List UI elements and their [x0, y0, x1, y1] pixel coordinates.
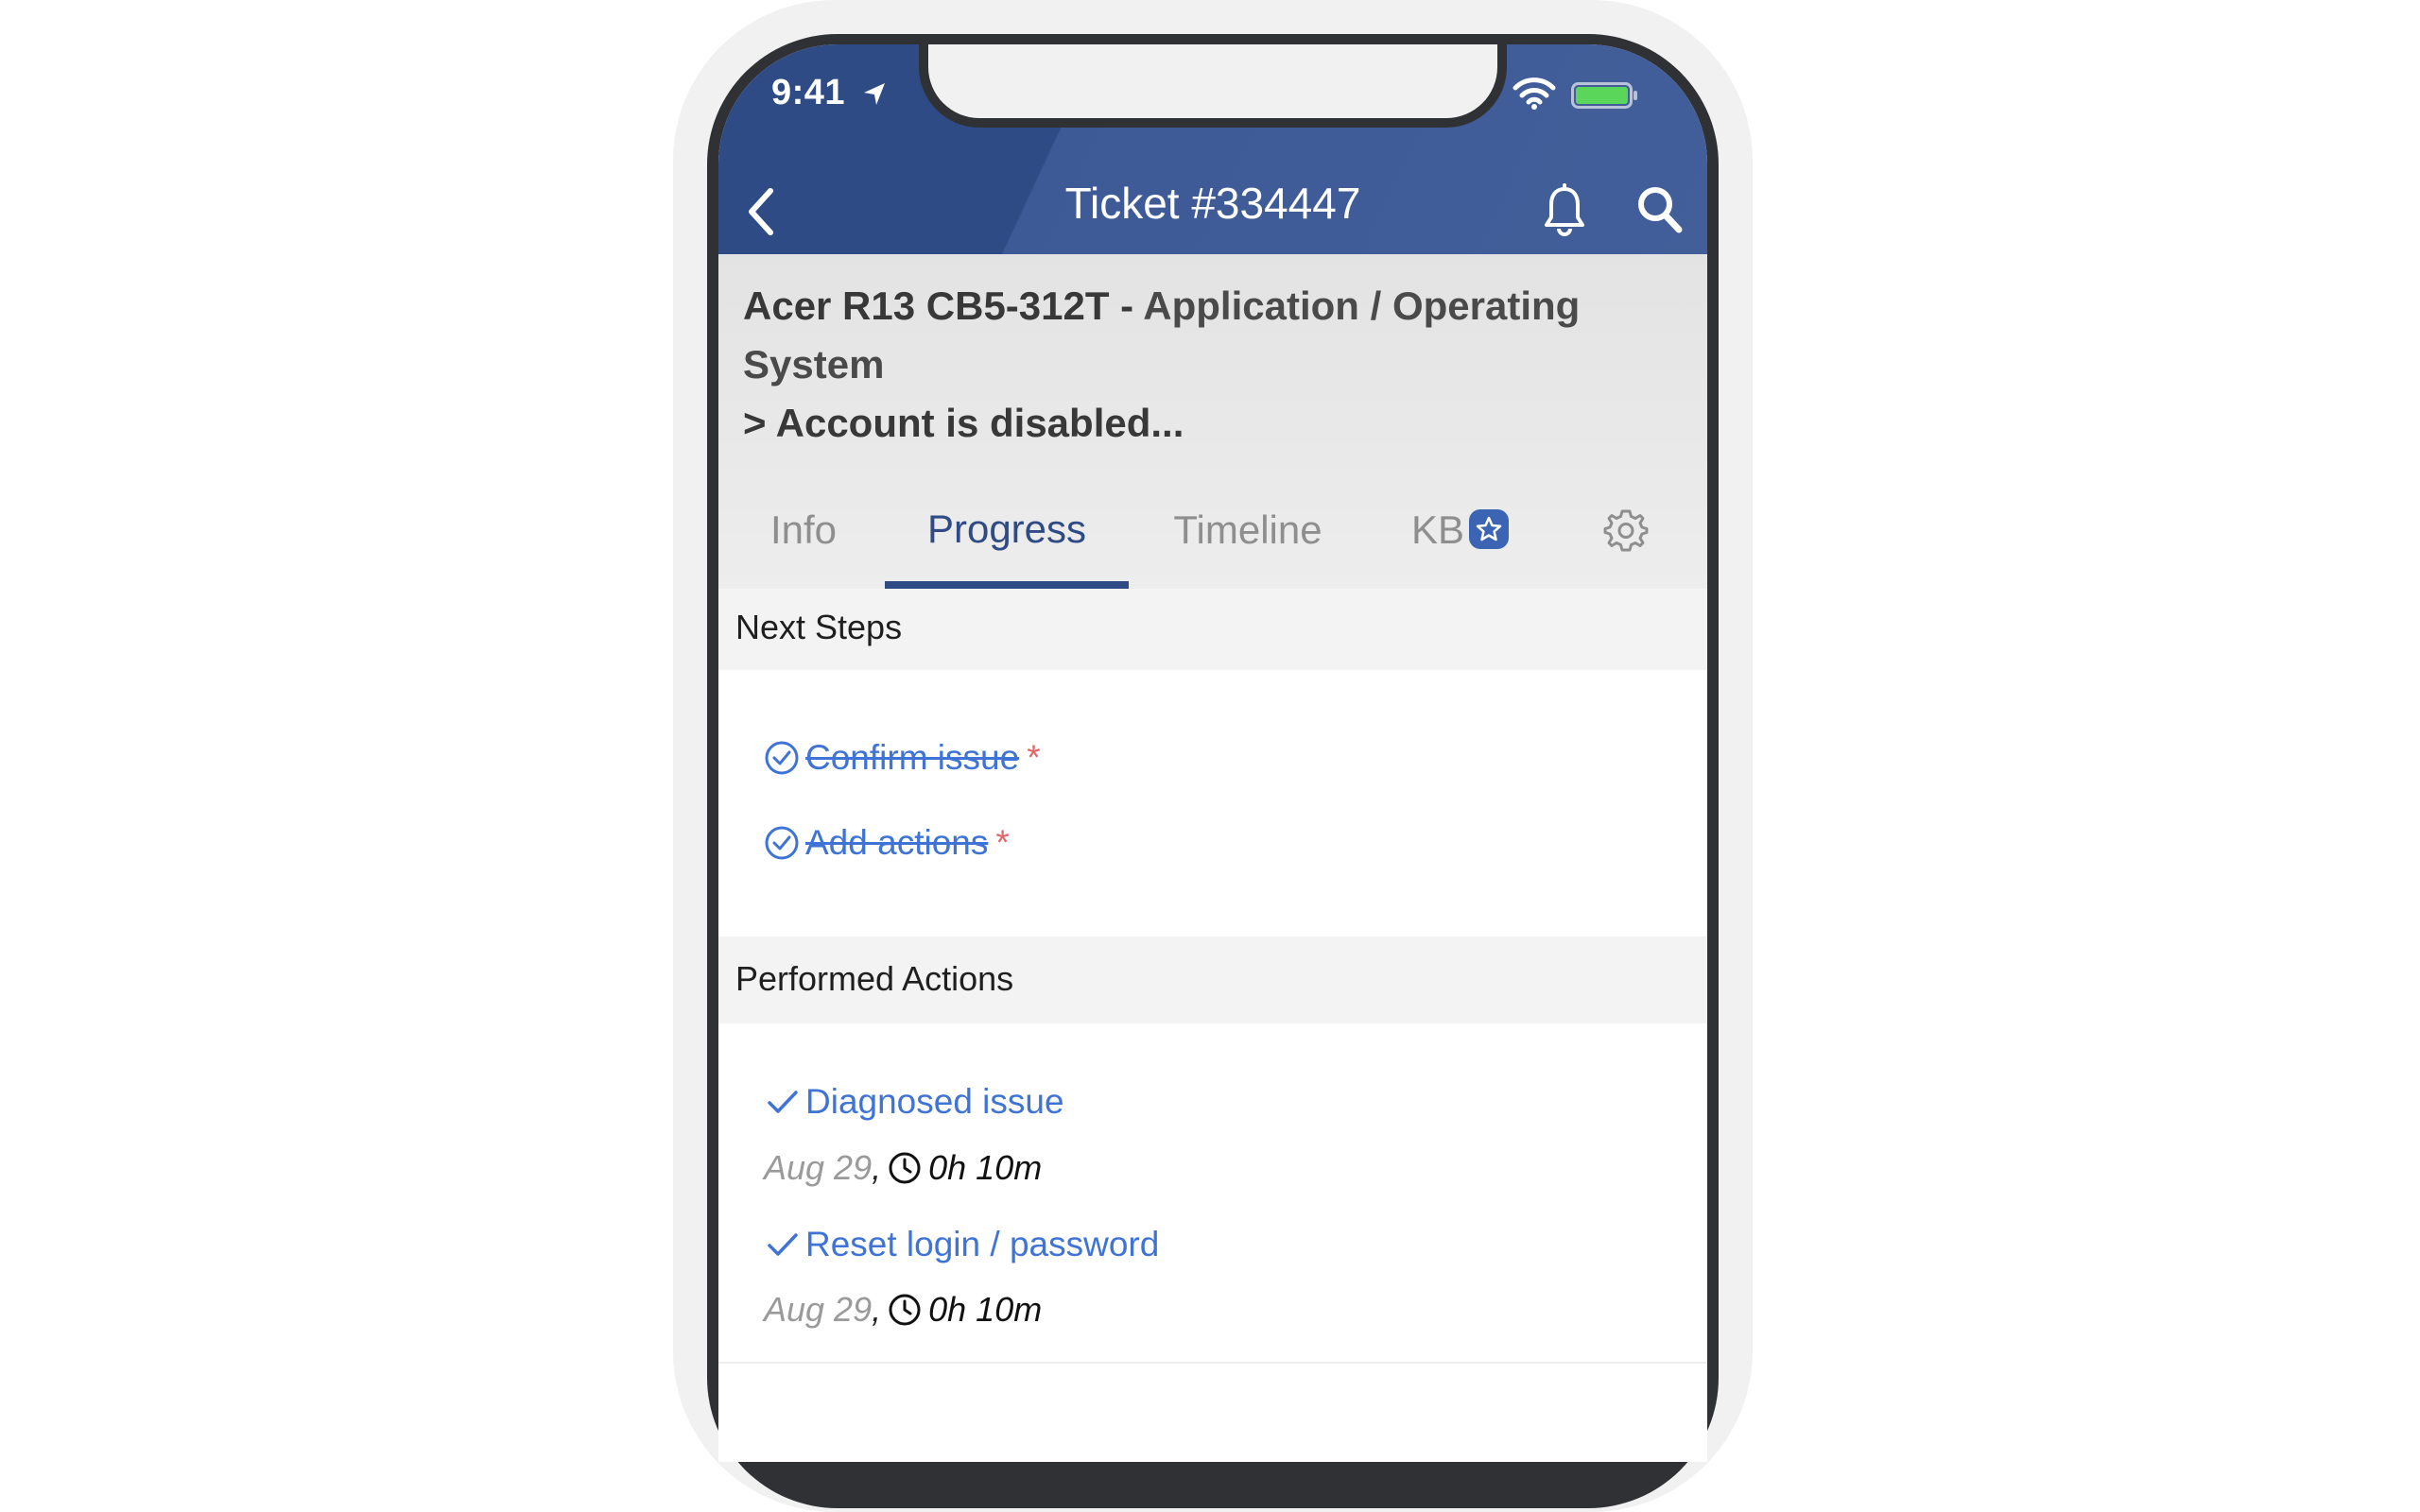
ticket-subject: Acer R13 CB5-312T - Application / Operat… [743, 277, 1688, 453]
action-duration: 0h 10m [928, 1148, 1043, 1187]
meta-separator: , [872, 1290, 882, 1329]
kb-star-badge [1469, 509, 1509, 549]
ticket-summary: Acer R13 CB5-312T - Application / Operat… [718, 254, 1707, 589]
app-header: 9:41 Ticket #334447 [718, 44, 1707, 254]
action-meta: Aug 29, 0h 10m [764, 1148, 1042, 1188]
action-date: Aug 29 [764, 1148, 873, 1187]
action-label: Diagnosed issue [805, 1082, 1064, 1121]
chevron-left-icon [749, 188, 773, 235]
phone-notch [928, 44, 1497, 118]
action-label: Reset login / password [805, 1225, 1160, 1263]
search-button[interactable] [1632, 177, 1688, 243]
required-marker: * [995, 823, 1010, 862]
performed-action-item[interactable]: Diagnosed issue [764, 1082, 1064, 1122]
action-duration: 0h 10m [928, 1290, 1043, 1329]
next-step-item[interactable]: Confirm issue * [764, 734, 1041, 782]
location-arrow-icon [864, 83, 885, 105]
next-steps-title: Next Steps [735, 608, 903, 646]
divider [718, 1362, 1707, 1364]
tab-progress[interactable]: Progress [885, 477, 1129, 589]
required-marker: * [1027, 738, 1041, 777]
battery-icon [1571, 82, 1637, 109]
bell-icon [1545, 183, 1584, 236]
checkmark-icon [768, 1233, 798, 1256]
clock-icon [889, 1294, 921, 1326]
next-steps-header: Next Steps [718, 589, 1707, 670]
action-date: Aug 29 [764, 1290, 873, 1329]
wifi-icon [1512, 77, 1556, 110]
search-icon [1638, 187, 1683, 233]
meta-separator: , [872, 1148, 882, 1187]
phone-screen: 9:41 Ticket #334447 Acer R13 CB5-312T - … [718, 44, 1707, 1462]
action-meta: Aug 29, 0h 10m [764, 1290, 1042, 1330]
tab-timeline[interactable]: Timeline [1153, 477, 1342, 583]
next-step-label: Add actions [805, 823, 989, 862]
next-step-item[interactable]: Add actions * [764, 819, 1010, 867]
performed-actions-header: Performed Actions [718, 936, 1707, 1023]
gear-icon[interactable] [1601, 506, 1651, 555]
performed-action-item[interactable]: Reset login / password [764, 1225, 1159, 1264]
status-time: 9:41 [771, 73, 846, 112]
tab-bar: Info Progress Timeline KB [718, 477, 1707, 589]
next-step-label: Confirm issue [805, 738, 1020, 777]
back-button[interactable] [735, 177, 786, 247]
performed-actions-title: Performed Actions [735, 959, 1014, 998]
clock-icon [889, 1152, 921, 1184]
check-circle-icon [765, 741, 799, 775]
notifications-button[interactable] [1537, 177, 1592, 243]
checkmark-icon [768, 1091, 798, 1113]
ticket-device: Acer R13 CB5-312T - [743, 284, 1144, 328]
check-circle-icon [765, 826, 799, 860]
tab-info[interactable]: Info [756, 477, 851, 583]
star-icon [1476, 516, 1502, 541]
ticket-issue: > Account is disabled... [743, 401, 1184, 445]
page-title: Ticket #334447 [1064, 179, 1361, 228]
